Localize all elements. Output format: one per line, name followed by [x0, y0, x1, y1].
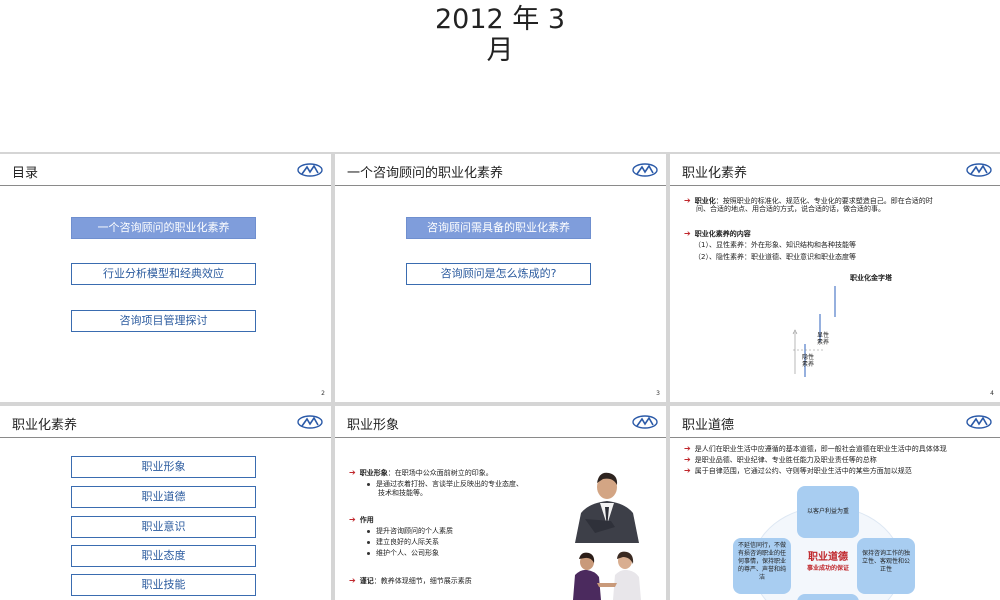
title-line-1: 2012 年 3 — [434, 4, 566, 35]
handshake-photo — [567, 549, 647, 600]
slide-thumbnail-6[interactable]: 职业形象 ➔ 职业形象：在职场中公众面前树立的印象。 是通过衣着打扮、言谈举止反映… — [335, 406, 666, 600]
slide-header: 职业化素养 — [670, 154, 1000, 186]
image-definition-line: ➔ 职业形象：在职场中公众面前树立的印象。 — [349, 468, 493, 478]
slide-thumbnail-4[interactable]: 职业化素养 ➔ 职业化：按照职业的标准化、规范化、专业化的要求塑造自己。即在合适的… — [670, 154, 1000, 402]
content-label: 职业化素养的内容 — [694, 230, 751, 238]
ethics-bubble-top: 以客户利益为重 — [797, 486, 859, 538]
slide-header: 职业道德 — [670, 406, 1000, 438]
definition-sub: 是通过衣着打扮、言谈举止反映出的专业态度、 — [367, 480, 523, 489]
quality-item-attitude[interactable]: 职业态度 — [71, 545, 256, 567]
toc-item-3[interactable]: 咨询项目管理探讨 — [71, 310, 256, 332]
ethics-bubble-right: 保持咨询工作的独立性、客观性和公正性 — [857, 538, 915, 594]
bullet-icon — [367, 540, 370, 544]
motto-text: ：教养体现细节，细节展示素质 — [373, 577, 472, 585]
arrow-icon: ➔ — [349, 468, 356, 477]
quality-item-awareness[interactable]: 职业意识 — [71, 516, 256, 538]
section-item-1[interactable]: 咨询顾问需具备的职业化素养 — [406, 217, 591, 239]
slide-title: 目录 — [12, 166, 39, 181]
ethics-center-title: 职业道德 — [808, 552, 848, 563]
arrow-icon: ➔ — [684, 466, 691, 475]
arrow-icon: ➔ — [684, 455, 691, 464]
arrow-icon: ➔ — [684, 196, 691, 205]
company-logo-icon — [297, 163, 323, 177]
role-item-text: 提升咨询顾问的个人素质 — [376, 527, 453, 535]
arrow-icon: ➔ — [684, 444, 691, 453]
definition-text-2: 间、合适的地点、用合适的方式，说合适的话，做合适的事。 — [696, 205, 885, 213]
role-item-text: 建立良好的人际关系 — [376, 538, 439, 546]
title-slide-area: 2012 年 3 月 — [0, 0, 1000, 152]
company-logo-icon — [632, 415, 658, 429]
quality-item-image[interactable]: 职业形象 — [71, 456, 256, 478]
definition-label: 职业化 — [694, 197, 716, 205]
slide-thumbnail-5[interactable]: 职业化素养 职业形象 职业道德 职业意识 职业态度 职业技能 — [0, 406, 331, 600]
slide-thumbnail-7[interactable]: 职业道德 ➔ 是人们在职业生活中应遵循的基本道德，即一般社会道德在职业生活中的具体… — [670, 406, 1000, 600]
toc-item-2[interactable]: 行业分析模型和经典效应 — [71, 263, 256, 285]
page-number: 3 — [656, 390, 660, 397]
company-logo-icon — [966, 163, 992, 177]
slide-title: 职业化素养 — [682, 166, 748, 181]
slide-header: 一个咨询顾问的职业化素养 — [335, 154, 666, 186]
ethics-bullet-text: 是人们在职业生活中应遵循的基本道德，即一般社会道德在职业生活中的具体体现 — [694, 445, 947, 453]
slide-thumbnail-3[interactable]: 一个咨询顾问的职业化素养 咨询顾问需具备的职业化素养 咨询顾问是怎么炼成的? 3 — [335, 154, 666, 402]
definition-sub-text-2: 技术和技能等。 — [378, 489, 427, 497]
implicit-label: 隐性素养 — [802, 354, 815, 368]
definition-label: 职业形象 — [359, 469, 388, 477]
arrow-icon: ➔ — [349, 515, 356, 524]
toc-item-1[interactable]: 一个咨询顾问的职业化素养 — [71, 217, 256, 239]
bullet-icon — [367, 482, 370, 486]
slide-title: 职业道德 — [682, 418, 735, 433]
ethics-bullet-text: 属于自律范围，它通过公约、守则等对职业生活中的某些方面加以规范 — [694, 467, 912, 475]
slide-header: 职业形象 — [335, 406, 666, 438]
definition-text: ：在职场中公众面前树立的印象。 — [387, 469, 493, 477]
ethics-bubble-left: 不延信同行，不做有损咨询职业的任何事情，保持职业的尊严、声誉和纯洁 — [733, 538, 791, 594]
explicit-label: 显性素养 — [817, 332, 830, 346]
role-label: 作用 — [359, 516, 374, 524]
company-logo-icon — [632, 163, 658, 177]
pyramid-title: 职业化金字塔 — [850, 274, 892, 282]
bullet-icon — [367, 529, 370, 533]
slide-title: 职业化素养 — [12, 418, 78, 433]
ethics-center-subtitle: 事业成功的保证 — [806, 565, 849, 572]
motto-line: ➔ 谨记：教养体现细节，细节展示素质 — [349, 576, 472, 586]
role-item: 提升咨询顾问的个人素质 — [367, 527, 453, 536]
role-item: 建立良好的人际关系 — [367, 538, 439, 547]
slide-header: 目录 — [0, 154, 331, 186]
ethics-bullet-text: 是职业品德、职业纪律、专业胜任能力及职业责任等的总称 — [694, 456, 877, 464]
slide-title: 职业形象 — [347, 418, 400, 433]
ethics-bullet-2: ➔ 是职业品德、职业纪律、专业胜任能力及职业责任等的总称 — [684, 455, 877, 465]
title-line-2: 月 — [486, 35, 514, 66]
bullet-icon — [367, 551, 370, 555]
definition-sub-text-1: 是通过衣着打扮、言谈举止反映出的专业态度、 — [376, 480, 523, 488]
ethics-center: 职业道德 事业成功的保证 — [796, 552, 860, 574]
arrow-icon: ➔ — [349, 576, 356, 585]
definition-text: ：按照职业的标准化、规范化、专业化的要求塑造自己。即在合适的时 — [715, 197, 933, 205]
slide-title: 一个咨询顾问的职业化素养 — [347, 166, 504, 181]
implicit-item: （2）、隐性素养：职业道德、职业意识和职业态度等 — [694, 253, 856, 261]
ethics-bullet-3: ➔ 属于自律范围，它通过公约、守则等对职业生活中的某些方面加以规范 — [684, 466, 912, 476]
role-heading-line: ➔ 作用 — [349, 515, 374, 525]
slide-thumbnail-2[interactable]: 目录 一个咨询顾问的职业化素养 行业分析模型和经典效应 咨询项目管理探讨 2 — [0, 154, 331, 402]
role-item-text: 维护个人、公司形象 — [376, 549, 439, 557]
role-item: 维护个人、公司形象 — [367, 549, 439, 558]
motto-label: 谨记 — [359, 577, 374, 585]
company-logo-icon — [297, 415, 323, 429]
company-logo-icon — [966, 415, 992, 429]
explicit-item: （1）、显性素养：外在形象、知识结构和各种技能等 — [694, 241, 856, 249]
businessman-photo — [567, 463, 647, 543]
quality-item-skills[interactable]: 职业技能 — [71, 574, 256, 596]
section-item-2[interactable]: 咨询顾问是怎么炼成的? — [406, 263, 591, 285]
quality-item-ethics[interactable]: 职业道德 — [71, 486, 256, 508]
slide-thumbnail-grid: 目录 一个咨询顾问的职业化素养 行业分析模型和经典效应 咨询项目管理探讨 2 一… — [0, 152, 1000, 600]
arrow-icon: ➔ — [684, 229, 691, 238]
title-slide-heading: 2012 年 3 月 — [0, 4, 1000, 66]
page-number: 4 — [990, 390, 994, 397]
page-number: 2 — [321, 390, 325, 397]
slide-header: 职业化素养 — [0, 406, 331, 438]
ethics-bubble-bottom — [797, 594, 859, 600]
ethics-bullet-1: ➔ 是人们在职业生活中应遵循的基本道德，即一般社会道德在职业生活中的具体体现 — [684, 444, 947, 454]
content-heading-line: ➔ 职业化素养的内容 — [684, 229, 751, 239]
